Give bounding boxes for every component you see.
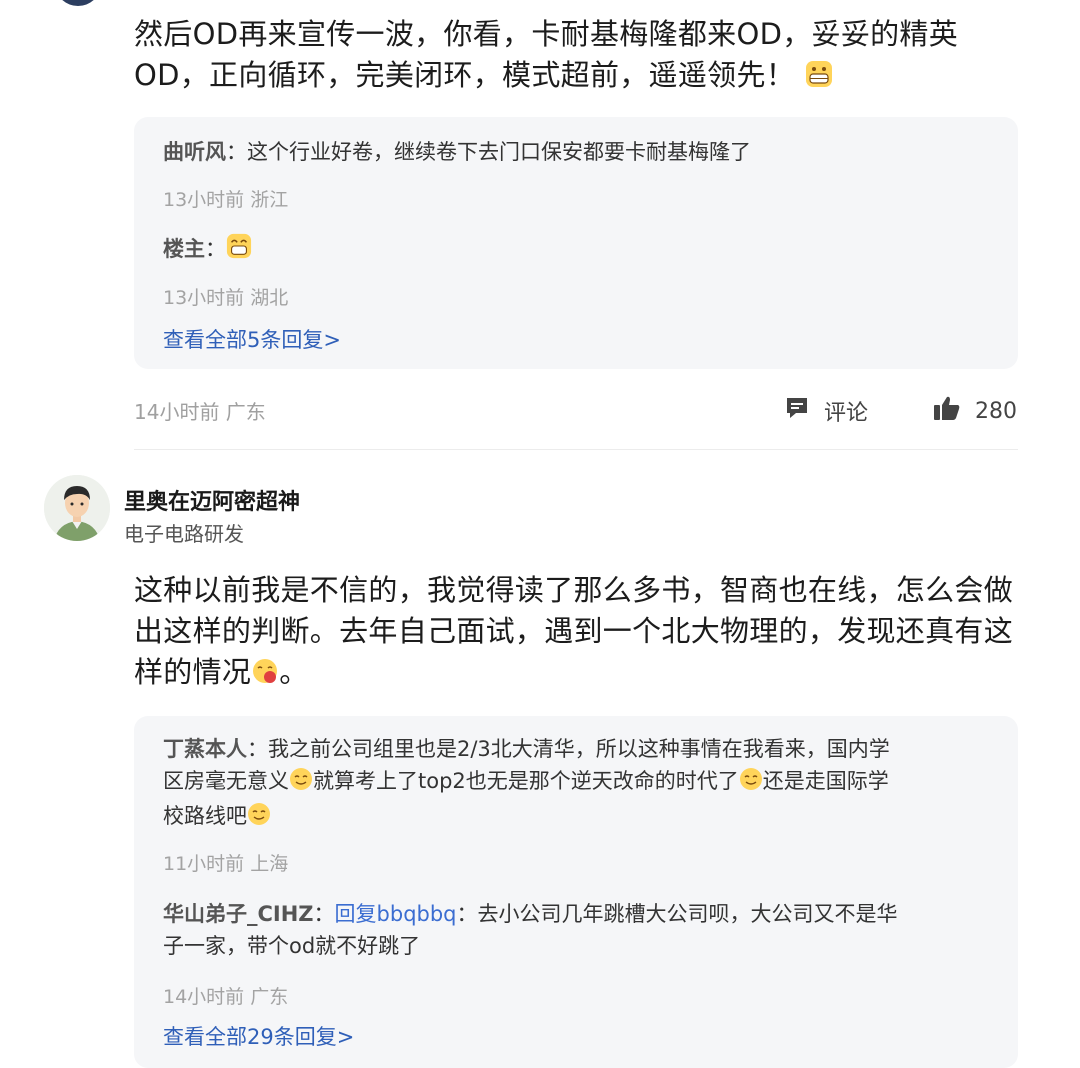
reply-1-1: 曲听风：这个行业好卷，继续卷下去门口保安都要卡耐基梅隆了 <box>163 140 751 164</box>
comment-2-line-1: 这种以前我是不信的，我觉得读了那么多书，智商也在线，怎么会做 <box>134 573 1014 607</box>
comment-2-line-2: 出这样的判断。去年自己面试，遇到一个北大物理的，发现还真有这 <box>134 614 1014 648</box>
sweat-smile-emoji-icon <box>739 767 763 800</box>
user-title: 电子电路研发 <box>124 522 244 546</box>
view-all-replies-link[interactable]: 查看全部29条回复> <box>163 1021 354 1051</box>
reply-author[interactable]: 华山弟子_CIHZ <box>163 902 314 926</box>
cover-mouth-emoji-icon <box>251 655 279 696</box>
comment-button[interactable]: 评论 <box>784 395 868 427</box>
comment-1-meta: 14小时前 广东 <box>134 400 266 424</box>
reply-meta: 14小时前 广东 <box>163 986 289 1008</box>
reply-meta: 13小时前 湖北 <box>163 287 289 309</box>
like-button[interactable]: 280 <box>933 395 1017 427</box>
comment-label: 评论 <box>824 401 869 426</box>
reply-2-2: 华山弟子_CIHZ：回复bbqbbq：去小公司几年跳槽大公司呗，大公司又不是华 … <box>163 902 898 958</box>
grin-emoji-icon <box>805 58 833 99</box>
avatar[interactable] <box>44 475 110 541</box>
reply-meta: 13小时前 浙江 <box>163 189 289 211</box>
view-all-replies-link[interactable]: 查看全部5条回复> <box>163 324 341 354</box>
sweat-smile-emoji-icon <box>247 802 271 835</box>
reply-1-2: 楼主： <box>163 233 993 268</box>
reply-author[interactable]: 楼主 <box>163 237 205 261</box>
reply-author[interactable]: 曲听风 <box>163 140 226 164</box>
like-count: 280 <box>975 398 1017 424</box>
reply-meta: 11小时前 上海 <box>163 853 289 875</box>
reply-text: 这个行业好卷，继续卷下去门口保安都要卡耐基梅隆了 <box>247 140 751 164</box>
sweat-smile-emoji-icon <box>289 767 313 800</box>
comment-divider <box>134 449 1018 450</box>
previous-avatar[interactable] <box>56 0 100 6</box>
username[interactable]: 里奥在迈阿密超神 <box>124 484 300 516</box>
thumbs-up-icon <box>933 395 961 427</box>
comment-icon <box>784 395 810 427</box>
grin-emoji-icon <box>226 233 252 268</box>
comment-2-text: 这种以前我是不信的，我觉得读了那么多书，智商也在线，怎么会做 出这样的判断。去年… <box>134 570 1024 696</box>
reply-to-link[interactable]: 回复bbqbbq <box>335 902 457 926</box>
reply-box-2: 丁蒸本人：我之前公司组里也是2/3北大清华，所以这种事情在我看来，国内学 区房毫… <box>134 716 1018 1068</box>
comment-1-text: 然后OD再来宣传一波，你看，卡耐基梅隆都来OD，妥妥的精英 OD，正向循环，完美… <box>134 14 1024 99</box>
reply-2-1: 丁蒸本人：我之前公司组里也是2/3北大清华，所以这种事情在我看来，国内学 区房毫… <box>163 733 993 835</box>
comment-1-line-1: 然后OD再来宣传一波，你看，卡耐基梅隆都来OD，妥妥的精英 <box>134 17 959 51</box>
comment-2-line-3: 样的情况 。 <box>134 652 1024 696</box>
reply-box-1: 曲听风：这个行业好卷，继续卷下去门口保安都要卡耐基梅隆了 13小时前 浙江 楼主… <box>134 117 1018 369</box>
reply-author[interactable]: 丁蒸本人 <box>163 737 247 761</box>
comment-1-line-2: OD，正向循环，完美闭环，模式超前，遥遥领先！ <box>134 55 1024 99</box>
